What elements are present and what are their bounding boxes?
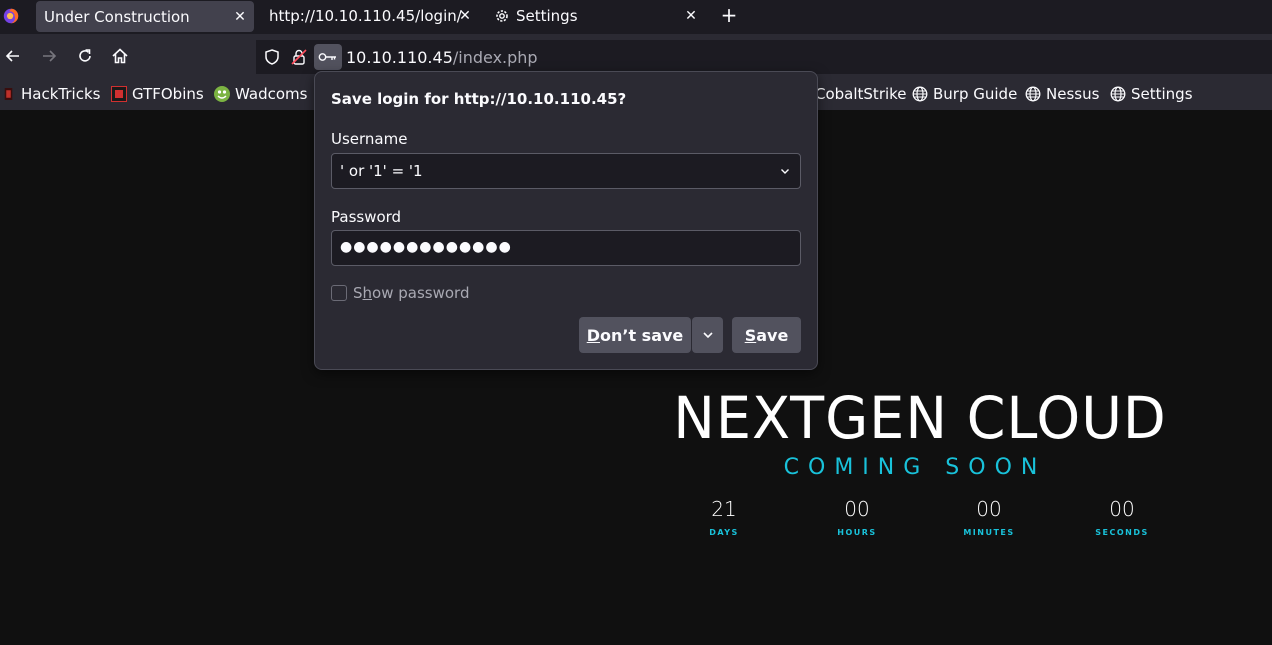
bookmark-hacktricks[interactable]: HackTricks [4, 84, 100, 104]
bookmark-label: CobaltStrike [815, 85, 907, 103]
wadcoms-favicon-icon [214, 86, 230, 102]
close-icon[interactable]: ✕ [233, 10, 247, 24]
bookmark-label: HackTricks [21, 85, 101, 103]
countdown-days-value: 21 [711, 497, 737, 521]
username-label: Username [331, 130, 408, 148]
close-icon[interactable]: ✕ [458, 9, 472, 23]
password-value: ●●●●●●●●●●●●● [340, 239, 512, 255]
bookmark-label: Wadcoms [235, 85, 308, 103]
bookmark-label: Settings [1131, 85, 1193, 103]
username-field[interactable]: ' or '1' = '1 [331, 153, 801, 189]
forward-arrow-icon[interactable] [39, 46, 59, 66]
url-path: /index.php [452, 48, 538, 67]
button-access-key: S [744, 325, 757, 345]
label-access-key: h [362, 284, 373, 302]
countdown-hours-value: 00 [844, 497, 870, 521]
save-login-popup: Save login for http://10.10.110.45? User… [314, 71, 818, 370]
home-icon[interactable] [110, 46, 130, 66]
bookmark-label: Nessus [1046, 85, 1100, 103]
save-button[interactable]: Save [732, 317, 801, 353]
countdown-hours-label: HOURS [837, 528, 877, 537]
tab-strip: Under Construction ✕ http://10.10.110.45… [0, 0, 1272, 34]
countdown-minutes-value: 00 [976, 497, 1002, 521]
tab-under-construction[interactable]: Under Construction ✕ [36, 1, 254, 32]
page-title: NEXTGEN CLOUD [673, 384, 1167, 452]
username-value: ' or '1' = '1 [340, 162, 423, 180]
back-arrow-icon[interactable] [3, 46, 23, 66]
popup-title: Save login for http://10.10.110.45? [331, 90, 627, 108]
bookmark-cobaltstrike[interactable]: CobaltStrike [815, 84, 907, 104]
key-icon [318, 53, 336, 61]
label-part: S [353, 284, 363, 302]
firefox-logo-icon[interactable] [2, 7, 20, 25]
globe-icon [1110, 86, 1126, 102]
tab-label: Under Construction [44, 7, 190, 26]
bookmark-settings[interactable]: Settings [1110, 84, 1193, 104]
countdown-seconds-value: 00 [1109, 497, 1135, 521]
new-tab-plus-icon[interactable]: + [720, 5, 738, 25]
chevron-down-icon [702, 332, 713, 339]
dont-save-menu-button[interactable] [692, 317, 723, 353]
bookmark-nessus[interactable]: Nessus [1025, 84, 1099, 104]
button-label: ave [756, 325, 789, 345]
tab-label: http://10.10.110.45/login/ [269, 7, 462, 25]
show-password-label[interactable]: Show password [353, 284, 469, 302]
close-icon[interactable]: ✕ [684, 9, 698, 23]
bookmark-label: GTFObins [132, 85, 204, 103]
gear-icon [496, 10, 508, 22]
hacktricks-favicon-icon [4, 88, 13, 100]
tab-settings[interactable]: Settings ✕ [488, 0, 708, 32]
tab-label: Settings [516, 7, 578, 25]
button-label: on’t save [600, 325, 684, 345]
bookmark-burp-guide[interactable]: Burp Guide [912, 84, 1017, 104]
reload-icon[interactable] [75, 46, 95, 66]
insecure-lock-icon[interactable] [290, 48, 308, 66]
gtfobins-favicon-icon [111, 86, 127, 102]
page-subtitle: COMING SOON [783, 455, 1047, 480]
globe-icon [912, 86, 928, 102]
tab-login[interactable]: http://10.10.110.45/login/ ✕ [262, 0, 482, 32]
password-key-button[interactable] [314, 44, 342, 70]
url-text[interactable]: 10.10.110.45/index.php [346, 48, 538, 67]
bookmark-label: Burp Guide [933, 85, 1018, 103]
button-access-key: D [586, 325, 600, 345]
password-field[interactable]: ●●●●●●●●●●●●● [331, 230, 801, 266]
chevron-down-icon[interactable] [780, 166, 790, 176]
globe-icon [1025, 86, 1041, 102]
countdown-minutes-label: MINUTES [963, 528, 1015, 537]
label-part: ow password [372, 284, 470, 302]
url-host: 10.10.110.45 [346, 48, 453, 67]
show-password-checkbox[interactable] [331, 285, 347, 301]
bookmark-wadcoms[interactable]: Wadcoms [214, 84, 307, 104]
shield-icon[interactable] [263, 48, 281, 66]
countdown-seconds-label: SECONDS [1095, 528, 1149, 537]
countdown-days-label: DAYS [709, 528, 739, 537]
password-label: Password [331, 208, 402, 226]
dont-save-button[interactable]: Don’t save [579, 317, 691, 353]
bookmark-gtfobins[interactable]: GTFObins [111, 84, 204, 104]
